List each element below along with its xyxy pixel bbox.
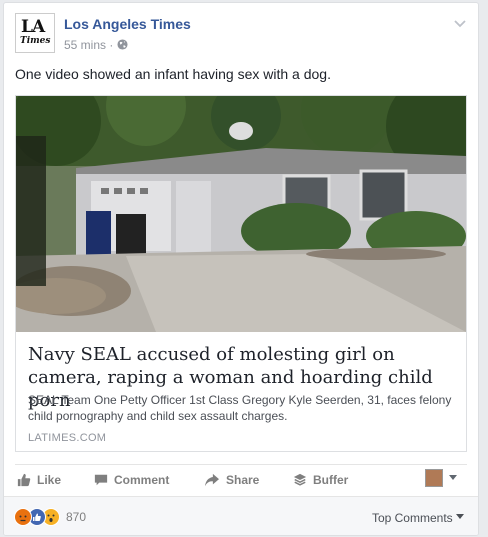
thumbs-up-icon bbox=[17, 473, 31, 487]
post-footer: 870 Top Comments bbox=[4, 496, 478, 535]
buffer-icon bbox=[293, 473, 307, 486]
buffer-button[interactable]: Buffer bbox=[293, 473, 348, 487]
like-label: Like bbox=[37, 473, 62, 487]
globe-icon[interactable] bbox=[117, 39, 128, 50]
comment-icon bbox=[94, 474, 108, 486]
comment-button[interactable]: Comment bbox=[94, 473, 169, 487]
link-description: SEAL Team One Petty Officer 1st Class Gr… bbox=[28, 393, 452, 423]
viewer-avatar[interactable] bbox=[425, 469, 443, 487]
avatar-logo-subtext: Times bbox=[20, 36, 51, 46]
caret-down-icon bbox=[456, 514, 464, 519]
post-meta: 55 mins · bbox=[64, 38, 128, 52]
avatar-logo-text: LA bbox=[21, 17, 45, 37]
link-image[interactable] bbox=[16, 96, 466, 332]
link-attachment[interactable]: Navy SEAL accused of molesting girl on c… bbox=[15, 95, 467, 452]
comment-sort-label: Top Comments bbox=[371, 511, 453, 525]
link-domain: LATIMES.COM bbox=[28, 432, 107, 444]
share-label: Share bbox=[226, 473, 260, 487]
page-name-link[interactable]: Los Angeles Times bbox=[64, 16, 191, 32]
share-arrow-icon bbox=[205, 473, 219, 487]
action-bar: Like Comment Share Buffer bbox=[15, 464, 467, 495]
share-button[interactable]: Share bbox=[204, 473, 259, 487]
like-button[interactable]: Like bbox=[17, 473, 61, 487]
angry-reaction-icon bbox=[14, 508, 32, 526]
caret-down-icon[interactable] bbox=[449, 475, 457, 480]
post-message: One video showed an infant having sex wi… bbox=[15, 66, 331, 82]
buffer-label: Buffer bbox=[313, 473, 349, 487]
comment-label: Comment bbox=[114, 473, 170, 487]
reaction-count[interactable]: 870 bbox=[66, 510, 86, 524]
post-header: LA Times Los Angeles Times 55 mins · bbox=[15, 13, 468, 55]
reaction-summary[interactable]: 870 bbox=[14, 508, 86, 526]
page-avatar[interactable]: LA Times bbox=[15, 13, 55, 53]
post-timestamp[interactable]: 55 mins bbox=[64, 38, 106, 52]
post-card: LA Times Los Angeles Times 55 mins · One… bbox=[3, 2, 479, 536]
meta-separator: · bbox=[109, 38, 114, 52]
chevron-down-icon[interactable] bbox=[454, 17, 466, 29]
comment-sort-dropdown[interactable]: Top Comments bbox=[372, 511, 464, 525]
